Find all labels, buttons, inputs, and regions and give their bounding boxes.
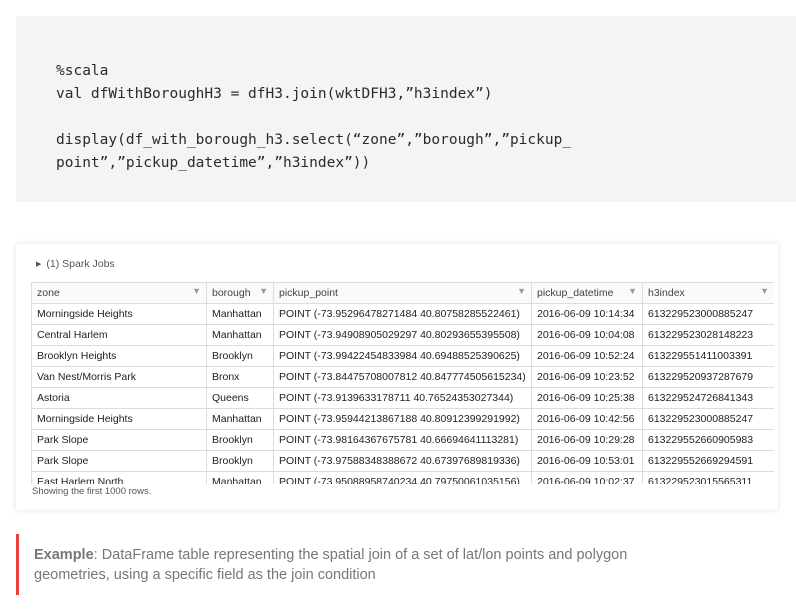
table-cell-zone: Morningside Heights [31,408,207,430]
table-cell-pickup-point: POINT (-73.84475708007812 40.84777450561… [273,366,532,388]
table-row: East Harlem North Manhattan POINT (-73.950… [31,471,774,484]
spark-jobs-toggle[interactable]: ▶ (1) Spark Jobs [36,258,115,270]
table-header-row: zone ▼ borough ▼ pickup_point ▼ pickup_datetim… [31,282,774,304]
code-line-2: val dfWithBoroughH3 = dfH3.join(wktDFH3,… [56,86,493,102]
sort-arrow-icon[interactable]: ▼ [628,286,637,296]
column-header-zone[interactable]: zone ▼ [31,282,207,304]
table-cell-pickup-point: POINT (-73.98164367675781 40.66694641113… [273,429,532,451]
table-cell-h3index: 613229552669294591 [642,450,774,472]
code-block: %scala val dfWithBoroughH3 = dfH3.join(w… [16,16,796,202]
table-cell-pickup-datetime: 2016-06-09 10:42:56 [531,408,643,430]
table-cell-h3index: 613229524726841343 [642,387,774,409]
table-cell-h3index: 613229520937287679 [642,366,774,388]
column-header-borough[interactable]: borough ▼ [206,282,274,304]
table-cell-zone: Central Harlem [31,324,207,346]
table-cell-pickup-point: POINT (-73.9139633178711 40.765243530273… [273,387,532,409]
table-cell-h3index: 613229523000885247 [642,303,774,325]
table-cell-pickup-point: POINT (-73.95296478271484 40.80758285522… [273,303,532,325]
table-cell-pickup-datetime: 2016-06-09 10:02:37 [531,471,643,484]
table-cell-pickup-datetime: 2016-06-09 10:23:52 [531,366,643,388]
table-cell-pickup-point: POINT (-73.97588348388672 40.67397689819… [273,450,532,472]
table-cell-h3index: 613229523015565311 [642,471,774,484]
table-cell-zone: Van Nest/Morris Park [31,366,207,388]
table-row: Park Slope Brooklyn POINT (-73.98164367675… [31,429,774,451]
table-cell-zone: Park Slope [31,429,207,451]
sort-arrow-icon[interactable]: ▼ [259,286,268,296]
table-cell-zone: Morningside Heights [31,303,207,325]
table-cell-pickup-datetime: 2016-06-09 10:29:28 [531,429,643,451]
table-cell-h3index: 613229523000885247 [642,408,774,430]
expand-caret-icon: ▶ [36,261,42,268]
column-header-pickup-point[interactable]: pickup_point ▼ [273,282,532,304]
table-row: Astoria Queens POINT (-73.9139633178711 40… [31,387,774,409]
table-row: Morningside Heights Manhattan POINT (-73.9… [31,303,774,325]
column-header-label: zone [37,287,60,299]
sort-arrow-icon[interactable]: ▼ [517,286,526,296]
table-cell-pickup-datetime: 2016-06-09 10:14:34 [531,303,643,325]
column-header-label: borough [212,287,251,299]
sort-arrow-icon[interactable]: ▼ [760,286,769,296]
table-cell-pickup-point: POINT (-73.95944213867188 40.80912399291… [273,408,532,430]
table-cell-pickup-datetime: 2016-06-09 10:53:01 [531,450,643,472]
table-row: Central Harlem Manhattan POINT (-73.949089… [31,324,774,346]
table-row: Van Nest/Morris Park Bronx POINT (-73.8447… [31,366,774,388]
table-cell-pickup-datetime: 2016-06-09 10:25:38 [531,387,643,409]
figure-caption: Example: DataFrame table representing th… [34,545,654,585]
caption-text: : DataFrame table representing the spati… [34,547,628,583]
column-header-label: pickup_datetime [537,287,614,299]
caption-accent-bar [16,534,19,595]
table-row: Park Slope Brooklyn POINT (-73.97588348388… [31,450,774,472]
table-cell-borough: Manhattan [206,471,274,484]
column-header-label: h3index [648,287,685,299]
table-cell-borough: Brooklyn [206,429,274,451]
table-row: Morningside Heights Manhattan POINT (-73.9… [31,408,774,430]
table-cell-zone: East Harlem North [31,471,207,484]
code-line-1: %scala [56,63,109,79]
table-cell-borough: Manhattan [206,303,274,325]
code-line-3: display(df_with_borough_h3.select(“zone”… [56,132,572,148]
table-cell-zone: Brooklyn Heights [31,345,207,367]
table-cell-zone: Park Slope [31,450,207,472]
table-cell-h3index: 613229552660905983 [642,429,774,451]
column-header-h3index[interactable]: h3index ▼ [642,282,774,304]
caption-label: Example [34,547,94,563]
table-cell-borough: Manhattan [206,408,274,430]
column-header-label: pickup_point [279,287,338,299]
table-cell-borough: Queens [206,387,274,409]
spark-jobs-label: (1) Spark Jobs [46,258,115,270]
table-cell-borough: Brooklyn [206,450,274,472]
code-line-4: point”,”pickup_datetime”,”h3index”)) [56,155,371,171]
table-cell-pickup-point: POINT (-73.99422454833984 40.69488525390… [273,345,532,367]
dataframe-table: zone ▼ borough ▼ pickup_point ▼ pickup_datetim… [31,282,774,484]
column-header-pickup-datetime[interactable]: pickup_datetime ▼ [531,282,643,304]
notebook-output-card: ▶ (1) Spark Jobs zone ▼ borough ▼ pickup_poi… [16,244,778,510]
table-cell-pickup-point: POINT (-73.95088958740234 40.79750061035… [273,471,532,484]
table-cell-pickup-datetime: 2016-06-09 10:04:08 [531,324,643,346]
table-cell-borough: Bronx [206,366,274,388]
table-cell-h3index: 613229551411003391 [642,345,774,367]
table-cell-borough: Brooklyn [206,345,274,367]
table-cell-zone: Astoria [31,387,207,409]
sort-arrow-icon[interactable]: ▼ [192,286,201,296]
table-cell-pickup-point: POINT (-73.94908905029297 40.80293655395… [273,324,532,346]
table-row: Brooklyn Heights Brooklyn POINT (-73.99422… [31,345,774,367]
table-cell-pickup-datetime: 2016-06-09 10:52:24 [531,345,643,367]
rows-shown-note: Showing the first 1000 rows. [32,486,152,497]
table-cell-borough: Manhattan [206,324,274,346]
table-cell-h3index: 613229523028148223 [642,324,774,346]
